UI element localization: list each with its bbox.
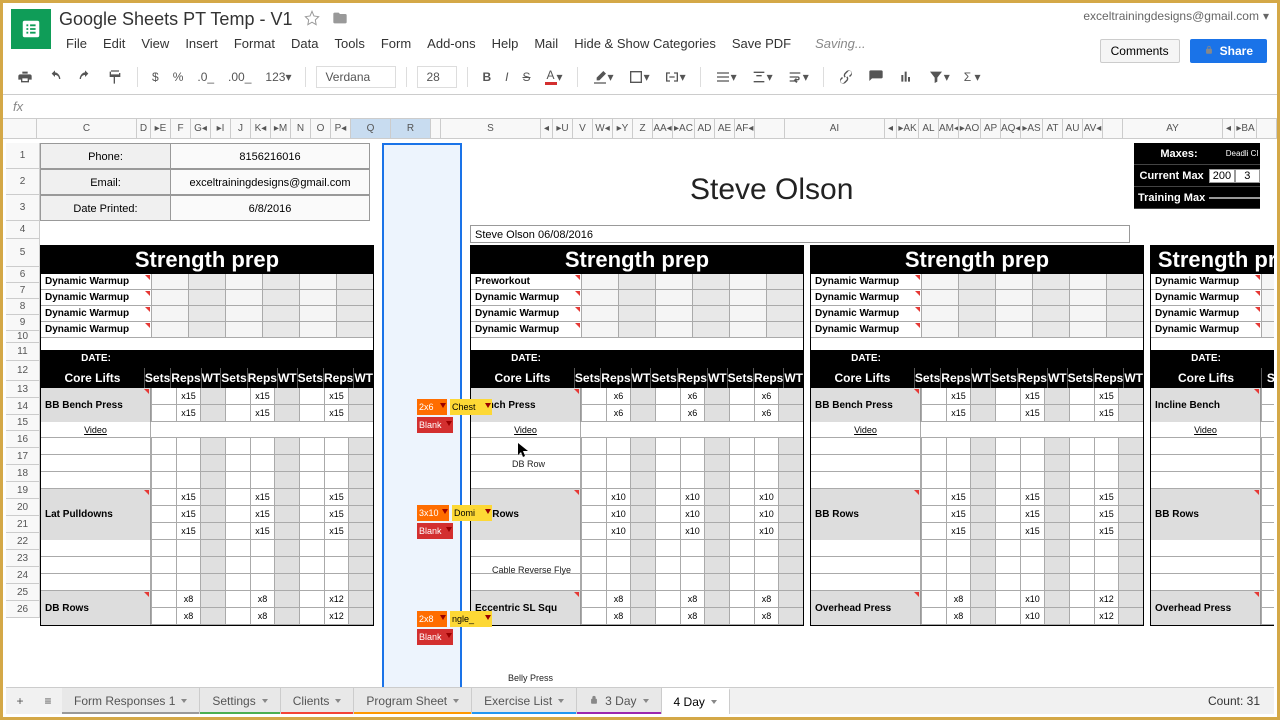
fx-label: fx <box>3 99 33 114</box>
wrap-button[interactable]: ▾ <box>783 67 813 87</box>
status-count: Count: 31 <box>1194 694 1274 708</box>
validation-chip[interactable]: ngle_ <box>450 611 492 627</box>
sheet-tab-4-day[interactable]: 4 Day <box>662 688 730 714</box>
paint-format-icon[interactable] <box>103 67 127 87</box>
strength-prep-title: Strength prep <box>471 246 803 274</box>
formula-input[interactable] <box>33 99 1277 114</box>
menu-save-pdf[interactable]: Save PDF <box>725 34 798 53</box>
validation-chip[interactable]: Domi <box>452 505 492 521</box>
valign-button[interactable]: ▾ <box>747 67 777 87</box>
validation-chip[interactable]: 3x10 <box>417 505 449 521</box>
font-size-select[interactable]: 28 <box>417 66 457 88</box>
row-headers[interactable]: 1234567891011121314151617181920212223242… <box>6 143 40 618</box>
video-link[interactable]: Video <box>41 422 151 437</box>
menu-add-ons[interactable]: Add-ons <box>420 34 482 53</box>
percent-button[interactable]: % <box>169 68 188 86</box>
strength-prep-title: Strength prep <box>1151 246 1274 274</box>
lift-name: Overhead Press <box>1151 591 1261 625</box>
menu-view[interactable]: View <box>134 34 176 53</box>
validation-chip[interactable]: 2x6 <box>417 399 447 415</box>
lift-name: BB Rows <box>1151 489 1261 540</box>
lift-name: BB Bench Press <box>811 388 921 422</box>
date-printed-label: Date Printed: <box>41 196 171 220</box>
doc-title[interactable]: Google Sheets PT Temp - V1 <box>59 9 292 30</box>
menu-edit[interactable]: Edit <box>96 34 132 53</box>
sheet-tab-bar: + ≡ Form Responses 1SettingsClientsProgr… <box>6 687 1274 714</box>
sheet-tab-settings[interactable]: Settings <box>200 688 280 714</box>
decrease-decimal-button[interactable]: .0_ <box>193 68 218 86</box>
validation-chip[interactable]: 2x8 <box>417 611 447 627</box>
bold-button[interactable]: B <box>478 68 495 86</box>
validation-chip[interactable]: Blank <box>417 523 453 539</box>
currency-button[interactable]: $ <box>148 68 163 86</box>
lift-name: BB Rows <box>811 489 921 540</box>
strength-prep-title: Strength prep <box>41 246 373 274</box>
align-button[interactable]: ▾ <box>711 67 741 87</box>
sheet-tab-3-day[interactable]: 3 Day <box>577 688 661 714</box>
menu-mail[interactable]: Mail <box>527 34 565 53</box>
email-value: exceltrainingdesigns@gmail.com <box>171 170 369 194</box>
borders-button[interactable]: ▾ <box>624 67 654 87</box>
strength-prep-title: Strength prep <box>811 246 1143 274</box>
undo-icon[interactable] <box>43 67 67 87</box>
share-button[interactable]: Share <box>1190 39 1267 63</box>
star-icon[interactable] <box>304 10 320 29</box>
menu-insert[interactable]: Insert <box>178 34 225 53</box>
fill-color-button[interactable]: ▾ <box>588 67 618 87</box>
video-link[interactable]: Video <box>811 422 921 437</box>
client-stamp: Steve Olson 06/08/2016 <box>470 225 1130 243</box>
menu-form[interactable]: Form <box>374 34 418 53</box>
date-printed-value: 6/8/2016 <box>171 196 369 220</box>
menu-tools[interactable]: Tools <box>327 34 371 53</box>
font-select[interactable]: Verdana <box>316 66 396 88</box>
menu-data[interactable]: Data <box>284 34 325 53</box>
selection-box <box>382 143 462 687</box>
italic-button[interactable]: I <box>501 68 512 86</box>
menu-file[interactable]: File <box>59 34 94 53</box>
link-button[interactable] <box>834 67 858 87</box>
chart-button[interactable] <box>894 67 918 87</box>
print-icon[interactable] <box>13 67 37 87</box>
merge-button[interactable]: ▾ <box>660 67 690 87</box>
sheet-tab-form-responses-1[interactable]: Form Responses 1 <box>62 688 200 714</box>
all-sheets-button[interactable]: ≡ <box>34 689 62 713</box>
menu-format[interactable]: Format <box>227 34 282 53</box>
menu-help[interactable]: Help <box>485 34 526 53</box>
redo-icon[interactable] <box>73 67 97 87</box>
client-name: Steve Olson <box>690 173 853 207</box>
increase-decimal-button[interactable]: .00_ <box>224 68 255 86</box>
validation-chip[interactable]: Blank <box>417 629 453 645</box>
validation-chip[interactable]: Chest <box>450 399 492 415</box>
sheets-logo[interactable] <box>11 9 51 49</box>
lift-name: DB Rows <box>41 591 151 625</box>
phone-label: Phone: <box>41 144 171 168</box>
saving-status: Saving... <box>808 34 873 53</box>
strike-button[interactable]: S <box>518 68 534 86</box>
text-color-button[interactable]: A ▾ <box>541 66 567 87</box>
lift-name: Overhead Press <box>811 591 921 625</box>
menu-hide-show-categories[interactable]: Hide & Show Categories <box>567 34 723 53</box>
functions-button[interactable]: Σ ▾ <box>960 68 985 86</box>
user-email[interactable]: exceltrainingdesigns@gmail.com ▾ <box>1083 9 1269 23</box>
column-headers[interactable]: CD▸EFG◂▸IJK◂▸MNOP◂QRS◂▸UVW◂▸YZAA◂▸ACADAE… <box>3 119 1277 139</box>
number-format-button[interactable]: 123 ▾ <box>261 68 295 86</box>
filter-button[interactable]: ▾ <box>924 67 954 87</box>
lift-name: BB Bench Press <box>41 388 151 422</box>
phone-value: 8156216016 <box>171 144 369 168</box>
video-link[interactable]: Video <box>1151 422 1261 437</box>
lift-name: Incline Bench <box>1151 388 1261 422</box>
validation-chip[interactable]: Blank <box>417 417 453 433</box>
video-link[interactable]: Video <box>471 422 581 437</box>
sheet-tab-exercise-list[interactable]: Exercise List <box>472 688 577 714</box>
comment-icon[interactable] <box>864 67 888 87</box>
sheet-tab-program-sheet[interactable]: Program Sheet <box>354 688 472 714</box>
sheet-tab-clients[interactable]: Clients <box>281 688 355 714</box>
folder-icon[interactable] <box>332 10 348 29</box>
lift-name: Lat Pulldowns <box>41 489 151 540</box>
add-sheet-button[interactable]: + <box>6 689 34 713</box>
comments-button[interactable]: Comments <box>1100 39 1180 63</box>
email-label: Email: <box>41 170 171 194</box>
